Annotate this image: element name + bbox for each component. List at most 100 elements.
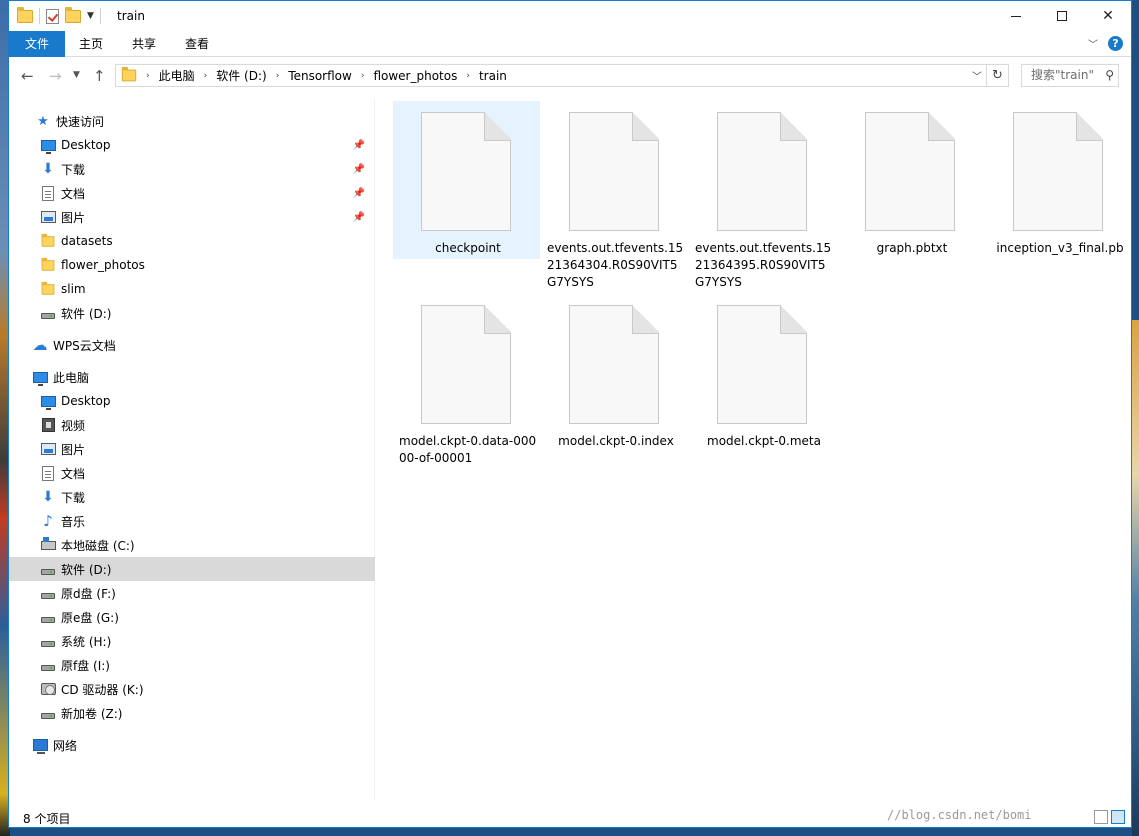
pin-icon[interactable]: 📌: [353, 164, 365, 175]
file-item[interactable]: model.ckpt-0.index: [541, 294, 688, 452]
file-fold: [484, 305, 511, 334]
sidebar-item-datasets[interactable]: datasets: [9, 229, 375, 253]
sidebar-item-drive-z[interactable]: 新加卷 (Z:): [9, 701, 375, 725]
help-icon[interactable]: ?: [1108, 36, 1123, 51]
window-controls: ✕: [993, 1, 1131, 31]
folder-icon: [40, 281, 56, 297]
new-folder-icon[interactable]: [65, 6, 81, 23]
file-name: inception_v3_final.pb: [996, 241, 1124, 255]
tab-file[interactable]: 文件: [9, 31, 65, 57]
star-icon: [35, 113, 51, 129]
pin-icon[interactable]: 📌: [353, 188, 365, 199]
file-fold: [780, 112, 807, 141]
file-name: model.ckpt-0.data-00000-of-00001: [399, 434, 537, 465]
sidebar-item-documents[interactable]: 文档 📌: [9, 181, 375, 205]
separator: [39, 8, 40, 24]
breadcrumb-tensorflow[interactable]: Tensorflow: [288, 69, 352, 83]
separator: [99, 8, 101, 24]
forward-arrow-icon[interactable]: →: [49, 67, 62, 85]
drive-icon: [40, 305, 56, 321]
breadcrumb-drive-d[interactable]: 软件 (D:): [216, 67, 266, 84]
file-view: checkpoint events.out.tfevents.152136430…: [385, 99, 1130, 799]
file-item[interactable]: inception_v3_final.pb: [985, 101, 1132, 259]
sidebar-item-drive-k[interactable]: CD 驱动器 (K:): [9, 677, 375, 701]
recent-locations-chevron-icon[interactable]: ▼: [73, 70, 80, 80]
search-input[interactable]: 搜索"train" ⚲: [1021, 64, 1119, 87]
close-button[interactable]: ✕: [1085, 1, 1131, 31]
video-icon: [40, 417, 56, 433]
breadcrumb-separator-icon[interactable]: ›: [276, 71, 280, 81]
download-icon: [40, 161, 56, 177]
sidebar-item-drive-h[interactable]: 系统 (H:): [9, 629, 375, 653]
breadcrumb-flower-photos[interactable]: flower_photos: [373, 69, 457, 83]
breadcrumb-separator-icon[interactable]: ›: [146, 71, 150, 81]
search-icon[interactable]: ⚲: [1105, 65, 1114, 86]
breadcrumb-separator-icon[interactable]: ›: [466, 71, 470, 81]
cd-drive-icon: [40, 681, 56, 697]
up-arrow-icon[interactable]: ↑: [93, 67, 106, 85]
sidebar-item-quick-access[interactable]: 快速访问: [9, 109, 375, 133]
sidebar-item-flower-photos[interactable]: flower_photos: [9, 253, 375, 277]
document-icon: [40, 465, 56, 481]
file-item[interactable]: checkpoint: [393, 101, 540, 259]
sidebar-item-drive-i[interactable]: 原f盘 (I:): [9, 653, 375, 677]
sidebar-item-drive-c[interactable]: 本地磁盘 (C:): [9, 533, 375, 557]
breadcrumb-separator-icon[interactable]: ›: [204, 71, 208, 81]
ribbon-tabs: 文件 主页 共享 查看 ﹀ ?: [9, 31, 1131, 57]
sidebar-item-drive-g[interactable]: 原e盘 (G:): [9, 605, 375, 629]
quick-access-toolbar: ▼: [17, 6, 101, 24]
sidebar-item-downloads[interactable]: 下载 📌: [9, 157, 375, 181]
file-fold: [632, 305, 659, 334]
properties-icon[interactable]: [46, 8, 59, 24]
watermark: //blog.csdn.net/bomi: [887, 808, 1032, 822]
view-mode-buttons: [1094, 810, 1125, 824]
back-arrow-icon[interactable]: ←: [21, 67, 34, 85]
details-view-icon[interactable]: [1094, 810, 1108, 824]
file-name: model.ckpt-0.index: [558, 434, 674, 448]
window-title: train: [117, 9, 145, 23]
customize-toolbar-chevron-icon[interactable]: ▼: [87, 11, 94, 21]
file-fold: [484, 112, 511, 141]
sidebar-item-pc-documents[interactable]: 文档: [9, 461, 375, 485]
breadcrumb-train[interactable]: train: [479, 69, 507, 83]
sidebar-item-desktop[interactable]: Desktop 📌: [9, 133, 375, 157]
sidebar-item-music[interactable]: 音乐: [9, 509, 375, 533]
sidebar-item-wps-cloud[interactable]: WPS云文档: [9, 333, 375, 357]
expand-ribbon-chevron-icon[interactable]: ﹀: [1088, 36, 1098, 51]
title-bar: ▼ train ✕: [9, 1, 1131, 31]
sidebar-item-drive-d[interactable]: 软件 (D:): [9, 557, 375, 581]
refresh-icon[interactable]: ↻: [986, 65, 1008, 86]
breadcrumb-this-pc[interactable]: 此电脑: [159, 67, 195, 84]
tab-home[interactable]: 主页: [65, 31, 117, 57]
system-drive-icon: [40, 536, 56, 553]
maximize-button[interactable]: [1039, 1, 1085, 31]
large-icons-view-icon[interactable]: [1111, 810, 1125, 824]
explorer-window: ▼ train ✕ 文件 主页 共享 查看 ﹀ ? ← → ▼ ↑ › 此电脑 …: [8, 0, 1132, 828]
breadcrumb-separator-icon[interactable]: ›: [361, 71, 365, 81]
sidebar-item-pc-pictures[interactable]: 图片: [9, 437, 375, 461]
sidebar-item-network[interactable]: 网络: [9, 733, 375, 757]
address-history-chevron-icon[interactable]: ﹀: [972, 68, 982, 83]
file-item[interactable]: model.ckpt-0.data-00000-of-00001: [393, 294, 540, 465]
sidebar-item-drive-f[interactable]: 原d盘 (F:): [9, 581, 375, 605]
file-item[interactable]: events.out.tfevents.1521364395.R0S90VIT5…: [689, 101, 836, 289]
address-bar[interactable]: › 此电脑 › 软件 (D:) › Tensorflow › flower_ph…: [115, 64, 1009, 87]
sidebar-item-pc-desktop[interactable]: Desktop: [9, 389, 375, 413]
file-item[interactable]: graph.pbtxt: [837, 101, 984, 259]
tab-share[interactable]: 共享: [117, 31, 171, 57]
minimize-icon: [1011, 15, 1021, 17]
sidebar-item-quick-drive-d[interactable]: 软件 (D:): [9, 301, 375, 325]
sidebar-item-this-pc[interactable]: 此电脑: [9, 365, 375, 389]
file-name: graph.pbtxt: [876, 241, 948, 255]
sidebar-item-pictures[interactable]: 图片 📌: [9, 205, 375, 229]
sidebar-item-videos[interactable]: 视频: [9, 413, 375, 437]
maximize-icon: [1057, 11, 1067, 21]
file-item[interactable]: model.ckpt-0.meta: [689, 294, 836, 452]
tab-view[interactable]: 查看: [171, 31, 223, 57]
pin-icon[interactable]: 📌: [353, 140, 365, 151]
file-item[interactable]: events.out.tfevents.1521364304.R0S90VIT5…: [541, 101, 688, 289]
sidebar-item-slim[interactable]: slim: [9, 277, 375, 301]
minimize-button[interactable]: [993, 1, 1039, 31]
pin-icon[interactable]: 📌: [353, 212, 365, 223]
sidebar-item-pc-downloads[interactable]: 下载: [9, 485, 375, 509]
